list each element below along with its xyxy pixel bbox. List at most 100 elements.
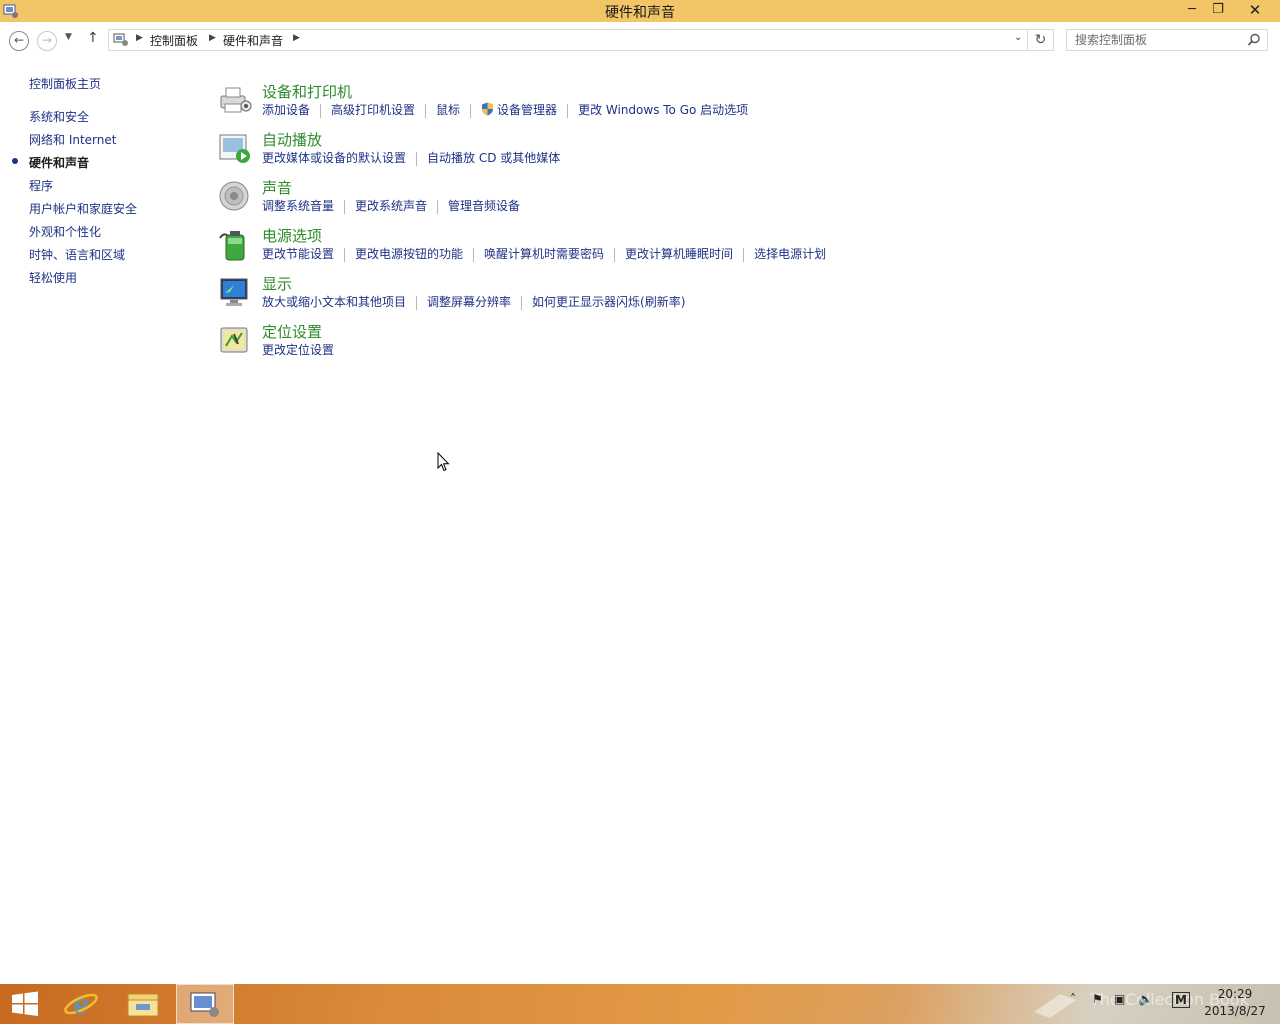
current-item-bullet — [12, 158, 18, 164]
link-adjust-volume[interactable]: 调整系统音量 — [262, 199, 334, 213]
search-icon[interactable] — [1247, 33, 1261, 47]
sidebar-item-system-security[interactable]: 系统和安全 — [29, 108, 89, 125]
link-separator — [521, 295, 523, 310]
chevron-right-icon[interactable]: ▶ — [136, 33, 143, 43]
link-choose-power-plan[interactable]: 选择电源计划 — [754, 247, 826, 261]
category-title[interactable]: 设备和打印机 — [262, 81, 352, 102]
link-add-device[interactable]: 添加设备 — [262, 103, 310, 117]
volume-icon[interactable]: 🔈 — [1138, 992, 1153, 1006]
forward-button[interactable]: → — [37, 31, 57, 51]
folder-icon — [127, 993, 159, 1017]
window-title: 硬件和声音 — [605, 5, 675, 21]
taskbar-file-explorer[interactable] — [114, 984, 172, 1024]
link-manage-audio-devices[interactable]: 管理音频设备 — [448, 199, 520, 213]
sidebar-item-ease-of-access[interactable]: 轻松使用 — [29, 269, 77, 286]
sidebar-home-link[interactable]: 控制面板主页 — [29, 75, 101, 92]
link-separator — [437, 199, 439, 214]
sidebar-item-hardware-sound: 硬件和声音 — [29, 156, 90, 170]
link-separator — [567, 103, 569, 118]
link-separator — [344, 247, 346, 262]
link-separator — [344, 199, 346, 214]
battery-icon[interactable] — [218, 228, 252, 262]
link-power-button-function[interactable]: 更改电源按钮的功能 — [355, 247, 463, 261]
link-separator — [614, 247, 616, 262]
breadcrumb-hardware-sound[interactable]: 硬件和声音 — [223, 32, 283, 49]
refresh-button[interactable]: ↻ — [1028, 29, 1054, 51]
minimize-button[interactable]: ─ — [1178, 0, 1206, 20]
link-separator — [470, 103, 472, 118]
link-separator — [425, 103, 427, 118]
link-change-location-settings[interactable]: 更改定位设置 — [262, 343, 334, 357]
category-devices-printers: 设备和打印机 添加设备 高级打印机设置 鼠标 设备管理器 更改 Windows To G… — [218, 81, 1118, 130]
chevron-down-icon[interactable]: ⌄ — [1014, 32, 1022, 43]
link-device-manager[interactable]: 设备管理器 — [497, 103, 557, 117]
category-sound: 声音 调整系统音量 更改系统声音 管理音频设备 — [218, 177, 1118, 226]
chevron-right-icon[interactable]: ▶ — [209, 33, 216, 43]
sidebar-item-appearance[interactable]: 外观和个性化 — [29, 223, 101, 240]
sidebar-item-clock-region[interactable]: 时钟、语言和区域 — [29, 246, 125, 263]
category-title[interactable]: 电源选项 — [262, 225, 322, 246]
start-button[interactable] — [0, 984, 58, 1024]
link-separator — [416, 295, 418, 310]
link-autoplay-cd[interactable]: 自动播放 CD 或其他媒体 — [427, 151, 560, 165]
speaker-icon[interactable] — [218, 180, 252, 214]
chevron-down-icon: ▼ — [65, 32, 72, 42]
control-panel-icon — [113, 33, 128, 46]
arrow-left-icon: ← — [13, 33, 25, 47]
category-title[interactable]: 自动播放 — [262, 129, 322, 150]
breadcrumb-control-panel[interactable]: 控制面板 — [150, 32, 198, 49]
refresh-icon: ↻ — [1034, 32, 1047, 48]
link-separator — [473, 247, 475, 262]
link-change-system-sounds[interactable]: 更改系统声音 — [355, 199, 427, 213]
location-icon[interactable] — [218, 324, 252, 358]
printer-icon[interactable] — [218, 84, 252, 118]
link-media-defaults[interactable]: 更改媒体或设备的默认设置 — [262, 151, 406, 165]
system-clock[interactable]: 20:29 2013/8/27 — [1200, 986, 1270, 1020]
control-panel-icon — [190, 992, 219, 1017]
link-refresh-rate[interactable]: 如何更正显示器闪烁(刷新率) — [532, 295, 685, 309]
arrow-up-icon: ↑ — [87, 30, 99, 46]
network-icon[interactable]: ▣ — [1114, 992, 1125, 1006]
link-windows-to-go[interactable]: 更改 Windows To Go 启动选项 — [578, 103, 748, 117]
action-center-flag-icon[interactable]: ⚑ — [1092, 992, 1103, 1006]
ime-indicator[interactable]: M — [1172, 992, 1190, 1008]
category-location-settings: 定位设置 更改定位设置 — [218, 321, 1118, 370]
show-hidden-icons-icon[interactable]: ˄ — [1070, 992, 1076, 1006]
link-screen-resolution[interactable]: 调整屏幕分辨率 — [427, 295, 511, 309]
category-title[interactable]: 显示 — [262, 273, 292, 294]
link-wake-password[interactable]: 唤醒计算机时需要密码 — [484, 247, 604, 261]
link-mouse[interactable]: 鼠标 — [436, 103, 460, 117]
sidebar-item-network-internet[interactable]: 网络和 Internet — [29, 131, 116, 148]
search-box[interactable] — [1066, 29, 1268, 51]
windows-logo-icon — [12, 991, 38, 1016]
mouse-cursor-icon — [437, 452, 450, 472]
autoplay-icon[interactable] — [218, 132, 252, 166]
sidebar-item-programs[interactable]: 程序 — [29, 177, 53, 194]
clock-time: 20:29 — [1217, 987, 1253, 1001]
taskbar-control-panel[interactable] — [176, 984, 234, 1024]
taskbar: e The Collection Book ˄ ⚑ ▣ 🔈 M 20:29 20… — [0, 984, 1280, 1024]
category-power-options: 电源选项 更改节能设置 更改电源按钮的功能 唤醒计算机时需要密码 更改计算机睡眠时间 选… — [218, 225, 1118, 274]
category-title[interactable]: 声音 — [262, 177, 292, 198]
link-separator — [416, 151, 418, 166]
clock-date: 2013/8/27 — [1204, 1004, 1266, 1018]
link-text-size[interactable]: 放大或缩小文本和其他项目 — [262, 295, 406, 309]
close-button[interactable]: ✕ — [1240, 0, 1270, 20]
link-power-saving[interactable]: 更改节能设置 — [262, 247, 334, 261]
link-sleep-time[interactable]: 更改计算机睡眠时间 — [625, 247, 733, 261]
address-bar[interactable]: ▶ 控制面板 ▶ 硬件和声音 ▶ ⌄ — [108, 29, 1028, 51]
up-button[interactable]: ↑ — [87, 30, 99, 46]
link-advanced-printer-setup[interactable]: 高级打印机设置 — [331, 103, 415, 117]
monitor-icon[interactable] — [218, 276, 252, 310]
search-input[interactable] — [1067, 30, 1245, 50]
category-display: 显示 放大或缩小文本和其他项目 调整屏幕分辨率 如何更正显示器闪烁(刷新率) — [218, 273, 1118, 322]
maximize-button[interactable]: ❐ — [1204, 0, 1232, 20]
taskbar-internet-explorer[interactable]: e — [52, 984, 110, 1024]
back-button[interactable]: ← — [9, 31, 29, 51]
category-title[interactable]: 定位设置 — [262, 321, 322, 342]
link-separator — [320, 103, 322, 118]
arrow-right-icon: → — [41, 33, 53, 47]
recent-locations-dropdown[interactable]: ▼ — [65, 32, 72, 42]
sidebar-item-user-accounts[interactable]: 用户帐户和家庭安全 — [29, 200, 137, 217]
chevron-right-icon[interactable]: ▶ — [293, 33, 300, 43]
